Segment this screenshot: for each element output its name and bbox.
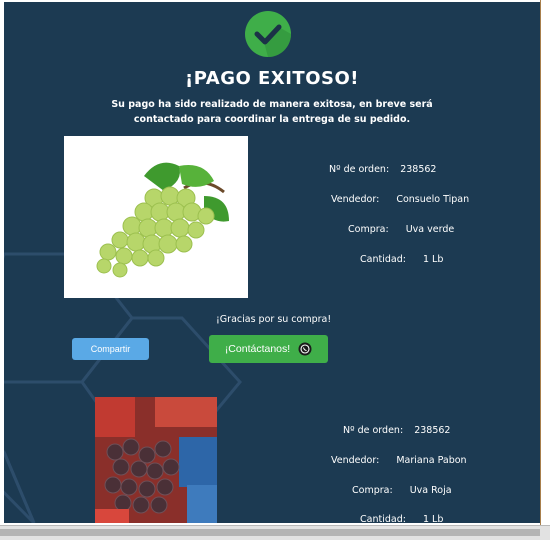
payment-success-panel: ¡PAGO EXITOSO! Su pago ha sido realizado… [4,2,540,523]
contact-button-label: ¡Contáctanos! [224,343,291,355]
seller-row-2: Vendedor: Mariana Pabon [331,455,467,466]
purchase-value-2: Uva Roja [409,485,452,496]
horizontal-scrollbar[interactable] [0,525,550,540]
quantity-label: Cantidad: [360,254,406,265]
share-button[interactable]: Compartir [72,338,149,360]
seller-label-2: Vendedor: [331,455,380,466]
product-image-green-grapes [64,136,248,298]
purchase-row-2: Compra: Uva Roja [352,485,452,496]
purchase-row: Compra: Uva verde [348,224,454,235]
success-message: Su pago ha sido realizado de manera exit… [111,99,433,125]
success-check-icon [245,11,291,57]
contact-button[interactable]: ¡Contáctanos! [209,335,328,363]
seller-label: Vendedor: [331,194,380,205]
quantity-value: 1 Lb [422,254,444,265]
product-image-red-grapes [95,397,217,523]
purchase-value: Uva verde [405,224,455,235]
order-number-value: 238562 [400,164,437,175]
quantity-row: Cantidad: 1 Lb [360,254,443,265]
quantity-value-2: 1 Lb [422,514,444,523]
quantity-row-2: Cantidad: 1 Lb [360,514,443,523]
purchase-label-2: Compra: [352,485,393,496]
seller-row: Vendedor: Consuelo Tipan [331,194,469,205]
scrollbar-thumb[interactable] [0,529,540,536]
red-grapes-bag-icon [95,397,217,523]
order-number-row: Nº de orden: 238562 [329,164,436,175]
order-number-label: Nº de orden: [329,164,390,175]
order-number-value-2: 238562 [414,425,451,436]
whatsapp-icon [298,342,312,356]
quantity-label-2: Cantidad: [360,514,406,523]
order-number-row-2: Nº de orden: 238562 [343,425,450,436]
order-number-label-2: Nº de orden: [343,425,404,436]
thanks-message: ¡Gracias por su compra! [216,314,332,325]
page-title: ¡PAGO EXITOSO! [185,68,359,89]
seller-value-2: Mariana Pabon [396,455,467,466]
purchase-label: Compra: [348,224,389,235]
green-grapes-icon [96,162,229,278]
seller-value: Consuelo Tipan [396,194,470,205]
window-right-edge [540,0,550,525]
